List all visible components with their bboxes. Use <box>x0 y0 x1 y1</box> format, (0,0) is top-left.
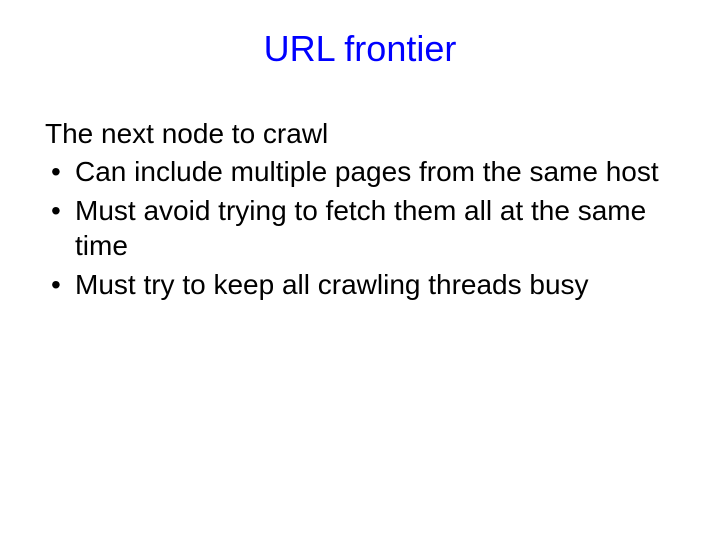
list-item: Must try to keep all crawling threads bu… <box>45 267 675 302</box>
slide-subtitle: The next node to crawl <box>45 118 675 150</box>
list-item: Must avoid trying to fetch them all at t… <box>45 193 675 263</box>
slide-title: URL frontier <box>45 28 675 70</box>
slide-container: URL frontier The next node to crawl Can … <box>0 0 720 540</box>
list-item: Can include multiple pages from the same… <box>45 154 675 189</box>
bullet-list: Can include multiple pages from the same… <box>45 154 675 302</box>
